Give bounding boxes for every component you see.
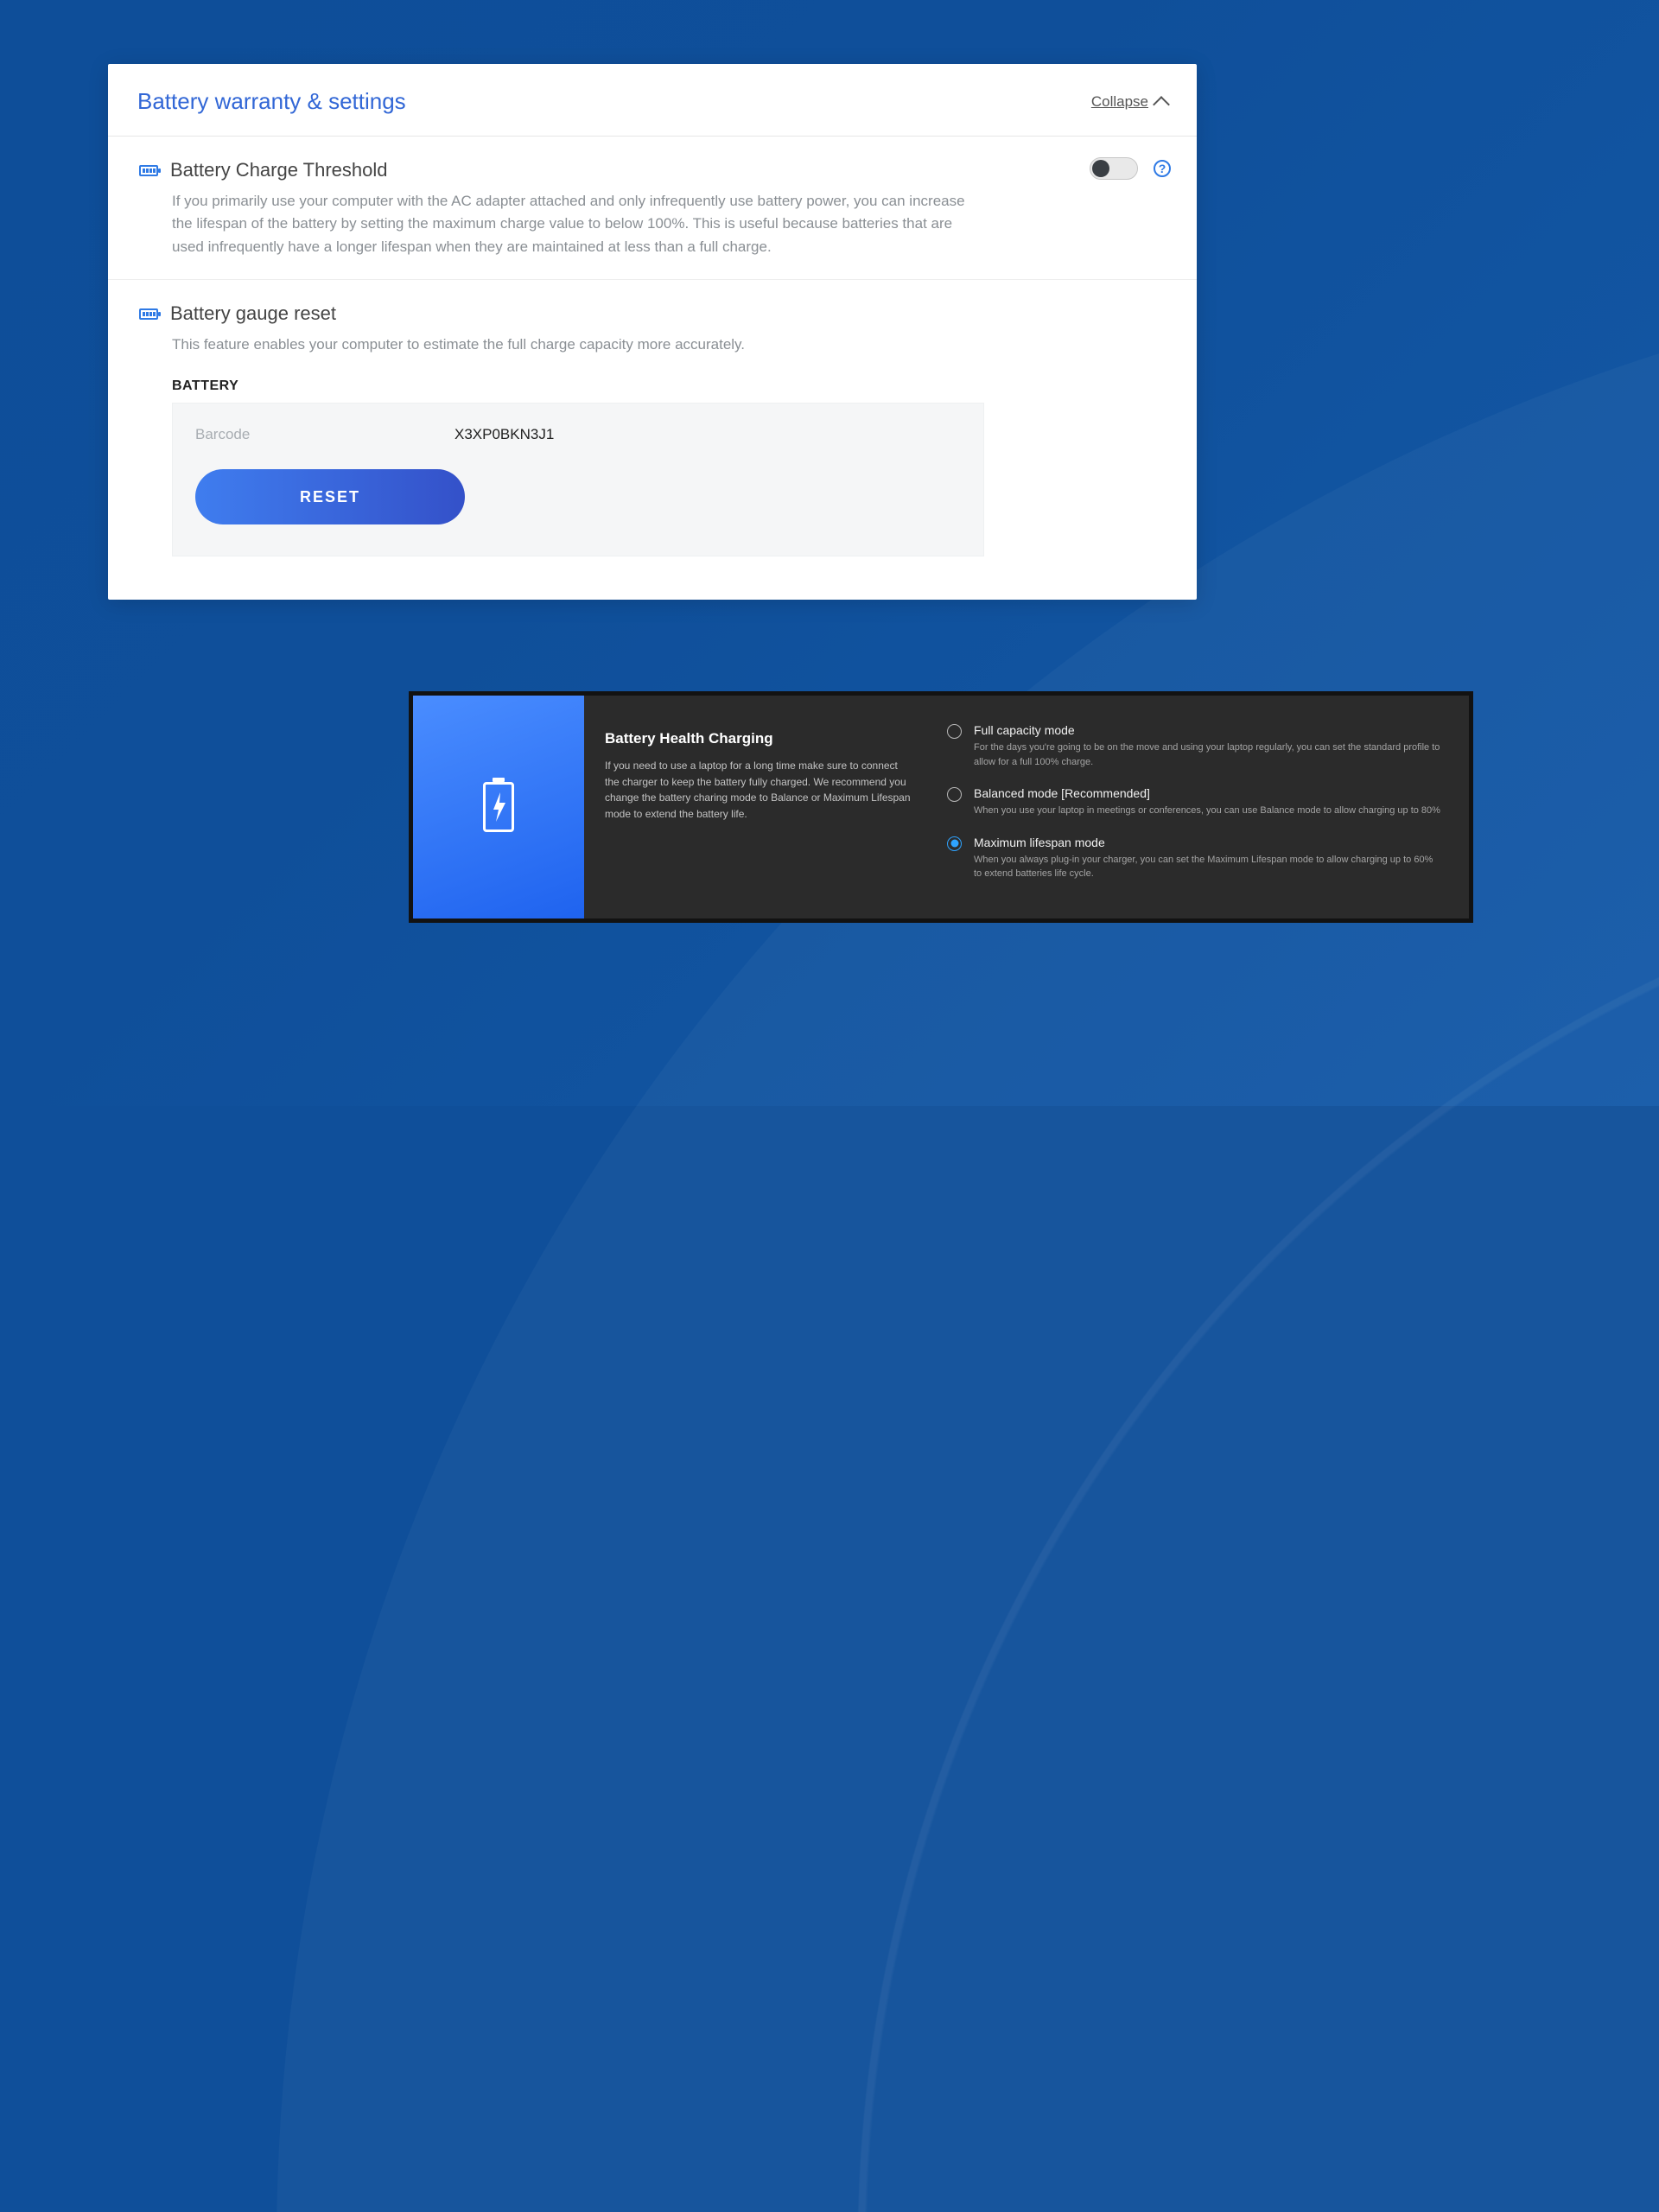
- threshold-title: Battery Charge Threshold: [170, 159, 388, 181]
- battery-box: Barcode X3XP0BKN3J1 RESET: [172, 403, 984, 556]
- gauge-desc: This feature enables your computer to es…: [172, 334, 967, 356]
- collapse-label: Collapse: [1091, 93, 1148, 111]
- barcode-label: Barcode: [195, 426, 454, 443]
- card-title: Battery warranty & settings: [137, 88, 406, 115]
- threshold-toggle[interactable]: [1090, 157, 1138, 180]
- battery-heading: BATTERY: [172, 378, 1166, 394]
- help-icon[interactable]: ?: [1154, 160, 1171, 177]
- option-title: Maximum lifespan mode: [974, 836, 1443, 849]
- toggle-knob: [1092, 160, 1109, 177]
- battery-icon: [139, 308, 158, 320]
- reset-button[interactable]: RESET: [195, 469, 465, 524]
- battery-health-panel: Battery Health Charging If you need to u…: [409, 691, 1473, 923]
- option-title: Full capacity mode: [974, 723, 1443, 737]
- battery-panel: BATTERY Barcode X3XP0BKN3J1 RESET: [172, 378, 1166, 556]
- option-full-capacity[interactable]: Full capacity mode For the days you're g…: [947, 723, 1443, 769]
- barcode-row: Barcode X3XP0BKN3J1: [195, 426, 961, 443]
- chevron-up-icon: [1153, 96, 1170, 113]
- gauge-section: Battery gauge reset This feature enables…: [108, 280, 1197, 577]
- threshold-desc: If you primarily use your computer with …: [172, 190, 967, 258]
- battery-settings-card: Battery warranty & settings Collapse Bat…: [108, 64, 1197, 600]
- battery-health-tile: [413, 696, 584, 918]
- charging-mode-options: Full capacity mode For the days you're g…: [931, 696, 1469, 918]
- option-desc: When you use your laptop in meetings or …: [974, 804, 1440, 818]
- battery-health-desc: If you need to use a laptop for a long t…: [605, 758, 914, 822]
- barcode-value: X3XP0BKN3J1: [454, 426, 554, 443]
- option-desc: When you always plug-in your charger, yo…: [974, 853, 1443, 881]
- option-max-lifespan[interactable]: Maximum lifespan mode When you always pl…: [947, 836, 1443, 881]
- option-balanced[interactable]: Balanced mode [Recommended] When you use…: [947, 786, 1443, 818]
- gauge-title: Battery gauge reset: [170, 302, 336, 325]
- threshold-section: Battery Charge Threshold If you primaril…: [108, 137, 1197, 280]
- battery-icon: [139, 165, 158, 176]
- card-header: Battery warranty & settings Collapse: [108, 64, 1197, 137]
- battery-health-title: Battery Health Charging: [605, 730, 914, 747]
- radio-icon: [947, 836, 962, 851]
- option-desc: For the days you're going to be on the m…: [974, 741, 1443, 769]
- collapse-button[interactable]: Collapse: [1091, 93, 1167, 111]
- battery-health-info: Battery Health Charging If you need to u…: [584, 696, 931, 918]
- battery-charging-icon: [483, 782, 514, 832]
- option-title: Balanced mode [Recommended]: [974, 786, 1440, 800]
- radio-icon: [947, 724, 962, 739]
- radio-icon: [947, 787, 962, 802]
